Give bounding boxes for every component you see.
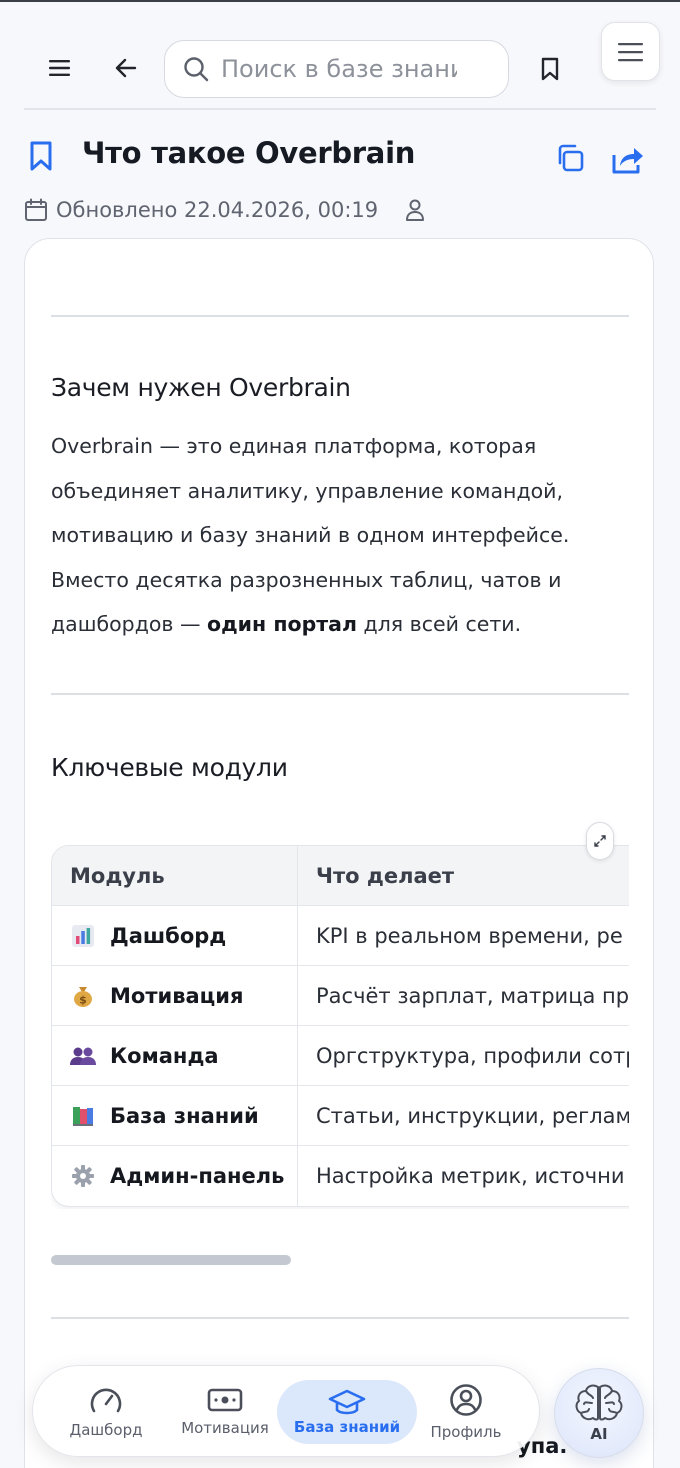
menu-button[interactable]	[38, 48, 82, 88]
svg-text:$: $	[79, 994, 87, 1007]
arrow-left-icon	[115, 58, 137, 78]
section-paragraph: Overbrain — это единая платформа, котора…	[51, 424, 631, 647]
expand-icon	[594, 835, 606, 847]
module-name: Мотивация	[110, 984, 244, 1008]
column-header-description: Что делает	[316, 864, 455, 888]
speedometer-icon	[90, 1388, 122, 1413]
bookmark-icon	[541, 57, 559, 81]
paragraph-bold-text: один портал	[207, 612, 357, 636]
module-cell: Дашборд	[52, 906, 298, 966]
hamburger-icon	[49, 60, 70, 76]
module-name: Админ-панель	[110, 1164, 285, 1188]
search-box[interactable]	[164, 40, 509, 98]
module-cell: База знаний	[52, 1086, 298, 1146]
section-heading-modules: Ключевые модули	[51, 753, 288, 782]
module-description: Оргструктура, профили сотр	[316, 1044, 629, 1068]
page-title: Что такое Overbrain	[82, 136, 416, 170]
brain-icon	[575, 1384, 623, 1421]
author-button[interactable]	[404, 198, 426, 222]
nav-label: Профиль	[430, 1423, 502, 1441]
nav-label: Дашборд	[69, 1421, 143, 1439]
calendar-icon	[25, 198, 47, 221]
people-icon	[70, 1043, 96, 1069]
bar-chart-icon	[70, 923, 96, 949]
nav-item-dashboard[interactable]: Дашборд	[51, 1366, 161, 1458]
section-heading-why: Зачем нужен Overbrain	[51, 373, 351, 402]
copy-link-button[interactable]	[550, 138, 590, 178]
nav-item-profile[interactable]: Профиль	[419, 1366, 513, 1458]
share-button[interactable]	[608, 140, 648, 180]
module-description: Расчёт зарплат, матрица пр	[316, 984, 629, 1008]
bookmarks-button[interactable]	[528, 48, 572, 90]
user-circle-icon	[450, 1384, 482, 1416]
nav-label: База знаний	[293, 1418, 401, 1436]
ai-assistant-button[interactable]: AI	[554, 1368, 644, 1458]
back-button[interactable]	[104, 48, 148, 88]
side-menu-button[interactable]	[601, 22, 660, 81]
table-scroll-container[interactable]: Модуль Что делает Дашборд KPI в реальном…	[51, 845, 629, 1209]
table-row: Админ-панель Настройка метрик, источни	[52, 1146, 629, 1206]
table-row: База знаний Статьи, инструкции, реглам	[52, 1086, 629, 1146]
graduation-cap-icon	[328, 1389, 366, 1415]
module-cell: Команда	[52, 1026, 298, 1086]
money-bag-icon: $	[70, 983, 96, 1009]
search-icon	[184, 57, 209, 82]
share-icon	[612, 148, 643, 174]
module-name: Дашборд	[110, 924, 227, 948]
hamburger-icon	[617, 42, 643, 61]
article-header: Что такое Overbrain	[24, 130, 656, 184]
banknote-icon	[207, 1388, 243, 1412]
table-row: Команда Оргструктура, профили сотр	[52, 1026, 629, 1086]
module-cell: Админ-панель	[52, 1146, 298, 1206]
gear-icon	[70, 1163, 96, 1189]
modules-table: Модуль Что делает Дашборд KPI в реальном…	[51, 845, 629, 1207]
module-description: KPI в реальном времени, ре	[316, 924, 623, 948]
table-header-row: Модуль Что делает	[52, 846, 629, 906]
top-bar	[0, 2, 680, 108]
module-name: База знаний	[110, 1104, 259, 1128]
article-meta: Обновлено 22.04.2026, 00:19	[24, 194, 426, 226]
nav-item-motivation[interactable]: Мотивация	[169, 1366, 281, 1458]
divider	[51, 315, 629, 317]
user-icon	[406, 199, 425, 221]
bookmark-article-button[interactable]	[28, 140, 54, 177]
article-content-card: Зачем нужен Overbrain Overbrain — это ед…	[24, 238, 654, 1468]
header-divider	[24, 108, 656, 110]
paragraph-text-end: для всей сети.	[357, 612, 522, 636]
nav-item-knowledge-base[interactable]: База знаний	[277, 1380, 417, 1444]
table-row: $ Мотивация Расчёт зарплат, матрица пр	[52, 966, 629, 1026]
paragraph-text: Overbrain — это единая платформа, котора…	[51, 434, 570, 636]
table-row: Дашборд KPI в реальном времени, ре	[52, 906, 629, 966]
books-icon	[70, 1103, 96, 1129]
divider	[51, 693, 629, 695]
module-cell: $ Мотивация	[52, 966, 298, 1026]
table-horizontal-scrollbar[interactable]	[51, 1255, 291, 1265]
column-header-module: Модуль	[52, 846, 298, 906]
expand-table-button[interactable]	[586, 822, 614, 860]
copy-icon	[558, 144, 584, 172]
bookmark-icon	[30, 141, 52, 171]
module-description: Настройка метрик, источни	[316, 1164, 625, 1188]
nav-label: Мотивация	[181, 1419, 269, 1437]
updated-date: Обновлено 22.04.2026, 00:19	[56, 198, 379, 222]
ai-label: AI	[590, 1425, 608, 1443]
module-name: Команда	[110, 1044, 219, 1068]
search-input[interactable]	[221, 55, 457, 83]
module-description: Статьи, инструкции, реглам	[316, 1104, 629, 1128]
bottom-navigation: Дашборд Мотивация База знаний Профиль	[32, 1365, 540, 1457]
divider	[51, 1317, 629, 1319]
